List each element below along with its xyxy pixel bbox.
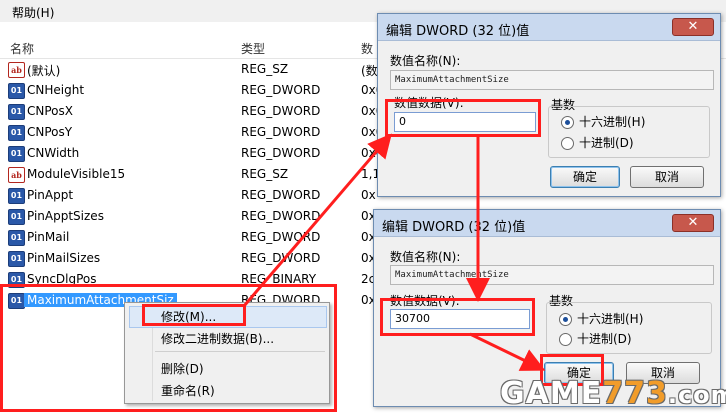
game773-watermark: GAME773.com bbox=[500, 376, 726, 411]
watermark-com: .com bbox=[667, 381, 726, 409]
watermark-num: 773 bbox=[602, 376, 668, 411]
arrow-to-dialog-1 bbox=[242, 133, 392, 307]
arrow-to-ok bbox=[469, 332, 546, 371]
annotation-arrows bbox=[242, 133, 546, 371]
watermark-game: GAME bbox=[500, 376, 603, 411]
